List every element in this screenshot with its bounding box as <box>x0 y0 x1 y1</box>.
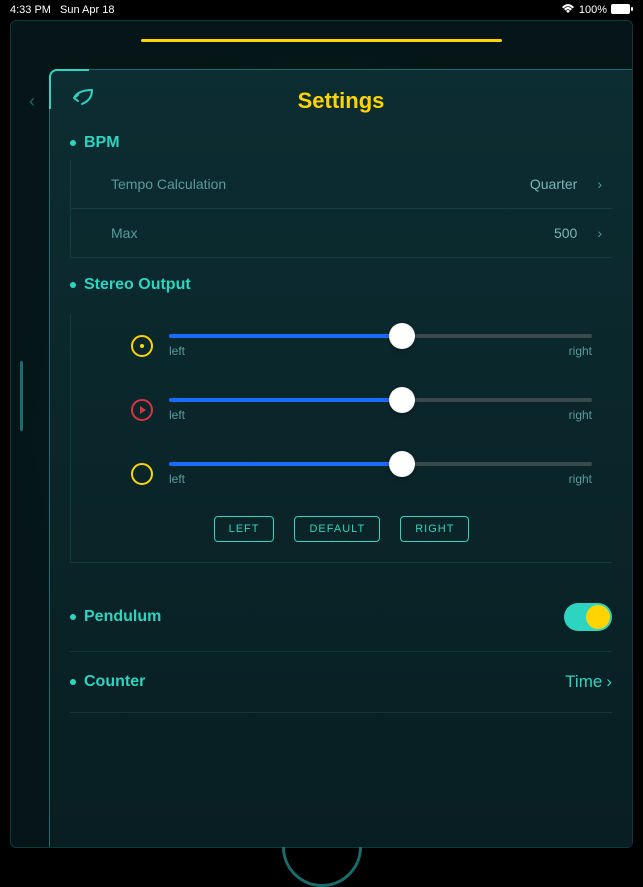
settings-panel: Settings BPM Tempo Calculation Quarter ›… <box>49 69 632 847</box>
max-row[interactable]: Max 500 › <box>70 209 612 258</box>
bullet-icon <box>70 614 76 620</box>
stereo-slider-3: left right <box>71 442 612 506</box>
counter-title: Counter <box>84 673 145 691</box>
bullet-icon <box>70 679 76 685</box>
beat-normal-icon <box>131 463 153 485</box>
bullet-icon <box>70 282 76 288</box>
page-title: Settings <box>50 70 632 114</box>
status-date: Sun Apr 18 <box>60 4 114 16</box>
chevron-right-icon: › <box>606 672 612 692</box>
tempo-calculation-value: Quarter <box>530 176 577 192</box>
counter-value: Time <box>565 672 602 692</box>
status-bar: 4:33 PM Sun Apr 18 100% <box>0 0 643 20</box>
bpm-section-header: BPM <box>70 134 612 152</box>
slider-thumb-1[interactable] <box>389 323 415 349</box>
preset-left-button[interactable]: LEFT <box>214 516 275 542</box>
outer-frame: ‹ Settings BPM Tempo Calculation Quarter… <box>10 20 633 848</box>
chevron-right-icon: › <box>597 176 602 192</box>
slider-left-label: left <box>169 344 185 358</box>
stereo-section-header: Stereo Output <box>70 276 612 294</box>
pendulum-title: Pendulum <box>84 608 161 626</box>
slider-right-label: right <box>569 472 592 486</box>
bullet-icon <box>70 140 76 146</box>
max-value: 500 <box>554 225 577 241</box>
slider-track-3[interactable] <box>169 462 592 466</box>
max-label: Max <box>111 225 137 241</box>
stereo-slider-2: left right <box>71 378 612 442</box>
slider-right-label: right <box>569 344 592 358</box>
beat-accent-icon <box>131 335 153 357</box>
status-time: 4:33 PM <box>10 4 51 16</box>
slider-track-2[interactable] <box>169 398 592 402</box>
bpm-title: BPM <box>84 134 120 152</box>
tempo-calculation-row[interactable]: Tempo Calculation Quarter › <box>70 160 612 209</box>
battery-percent: 100% <box>579 4 607 16</box>
slider-left-label: left <box>169 408 185 422</box>
counter-row[interactable]: Counter Time › <box>70 652 612 713</box>
preset-right-button[interactable]: RIGHT <box>400 516 469 542</box>
beat-play-icon <box>131 399 153 421</box>
status-left: 4:33 PM Sun Apr 18 <box>10 4 114 16</box>
wifi-icon <box>561 4 575 17</box>
accent-top <box>141 39 502 42</box>
pendulum-row: Pendulum <box>70 583 612 652</box>
back-button[interactable] <box>68 82 100 114</box>
slider-right-label: right <box>569 408 592 422</box>
pendulum-toggle[interactable] <box>564 603 612 631</box>
status-right: 100% <box>561 4 633 17</box>
stereo-title: Stereo Output <box>84 276 191 294</box>
left-edge-accent <box>20 361 23 431</box>
stereo-slider-1: left right <box>71 314 612 378</box>
slider-thumb-3[interactable] <box>389 451 415 477</box>
battery-icon <box>611 4 633 17</box>
slider-track-1[interactable] <box>169 334 592 338</box>
tempo-calculation-label: Tempo Calculation <box>111 176 226 192</box>
slider-left-label: left <box>169 472 185 486</box>
back-chevron-icon[interactable]: ‹ <box>29 91 35 112</box>
preset-default-button[interactable]: DEFAULT <box>294 516 380 542</box>
chevron-right-icon: › <box>597 225 602 241</box>
slider-thumb-2[interactable] <box>389 387 415 413</box>
